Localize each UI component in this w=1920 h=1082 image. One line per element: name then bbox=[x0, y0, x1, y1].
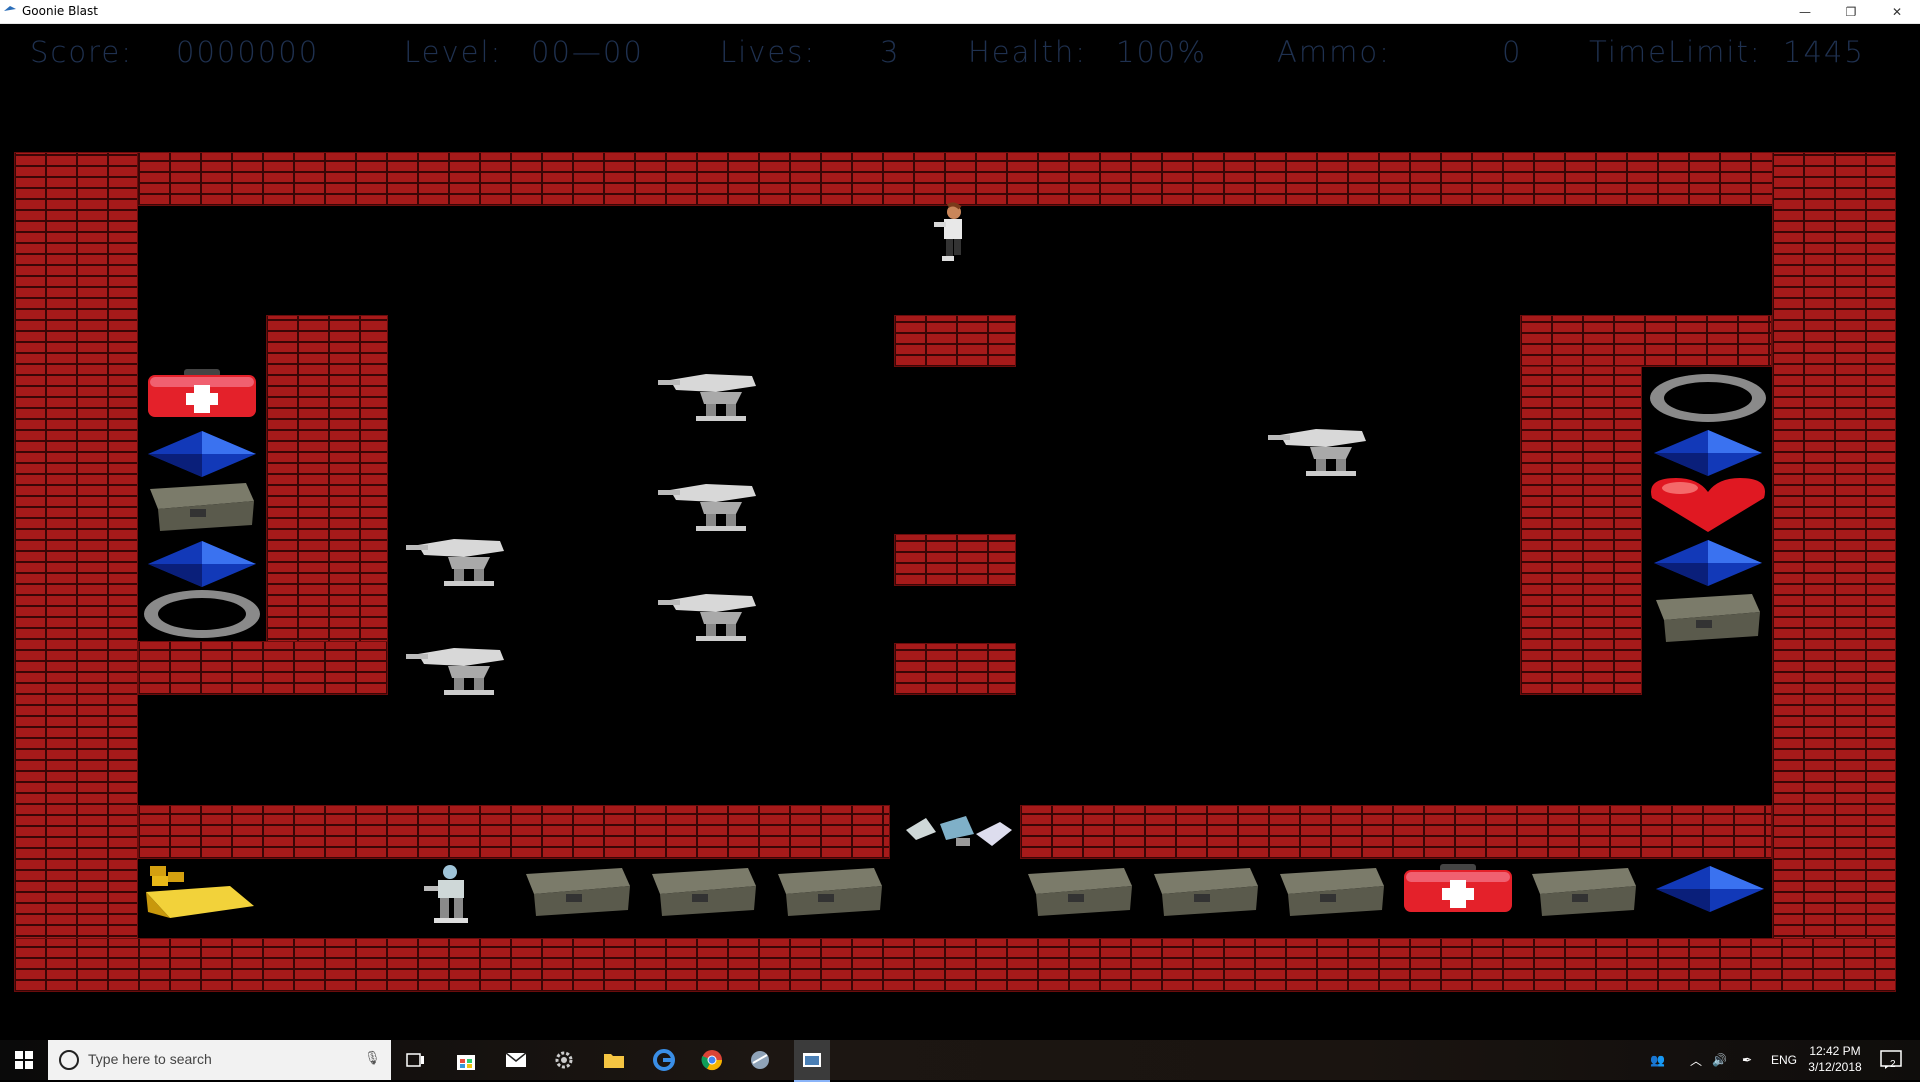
brick-pillar-right bbox=[1520, 315, 1642, 695]
task-view-icon[interactable] bbox=[402, 1046, 430, 1074]
player-icon bbox=[934, 202, 962, 261]
store-icon[interactable] bbox=[452, 1046, 480, 1074]
ammo-crate-icon bbox=[1656, 594, 1760, 642]
window-title: Goonie Blast bbox=[22, 4, 98, 18]
robot-enemy-icon bbox=[1268, 429, 1366, 476]
robot-enemy-icon bbox=[406, 648, 504, 695]
start-button[interactable] bbox=[0, 1040, 47, 1080]
pen-icon[interactable]: ✒ bbox=[1742, 1040, 1752, 1080]
clock-time: 12:42 PM bbox=[1809, 1044, 1861, 1058]
robot-enemy-icon bbox=[406, 539, 504, 586]
edge-browser-icon[interactable] bbox=[650, 1046, 678, 1074]
ammo-crate-icon bbox=[1280, 868, 1384, 916]
robot-enemy-icon bbox=[658, 484, 756, 531]
goonie-blast-taskbar-icon[interactable] bbox=[794, 1040, 830, 1082]
brick-block-center-2 bbox=[894, 534, 1016, 586]
microphone-icon[interactable]: 🎙 bbox=[364, 1050, 381, 1066]
black-hole-portal-icon bbox=[1650, 374, 1766, 422]
robot-enemy-icon bbox=[658, 374, 756, 421]
ammo-crate-icon bbox=[778, 868, 882, 916]
maximize-button[interactable]: ❐ bbox=[1828, 0, 1874, 23]
chevron-up-icon[interactable]: ︿ bbox=[1690, 1040, 1702, 1080]
file-explorer-icon[interactable] bbox=[600, 1046, 628, 1074]
volume-icon[interactable]: 🔊 bbox=[1712, 1040, 1727, 1080]
brick-wall-left bbox=[14, 152, 138, 992]
clock-date: 3/12/2018 bbox=[1808, 1060, 1862, 1074]
blue-gem-icon bbox=[1654, 430, 1762, 476]
settings-icon[interactable] bbox=[550, 1046, 578, 1074]
window-titlebar: Goonie Blast — ❐ ✕ bbox=[0, 0, 1920, 24]
notifications-icon[interactable]: 2 bbox=[1880, 1040, 1902, 1080]
game-app-icon[interactable] bbox=[746, 1046, 774, 1074]
close-button[interactable]: ✕ bbox=[1874, 0, 1920, 23]
brick-block-center-1 bbox=[894, 315, 1016, 367]
ammo-crate-icon bbox=[652, 868, 756, 916]
brick-block-center-3 bbox=[894, 643, 1016, 695]
game-field bbox=[0, 24, 1920, 1040]
people-icon[interactable]: 👥 bbox=[1650, 1040, 1665, 1080]
robot-enemy-icon bbox=[658, 594, 756, 641]
ammo-crate-icon bbox=[150, 483, 254, 531]
brick-floor-right bbox=[1020, 805, 1772, 859]
minimize-button[interactable]: — bbox=[1782, 0, 1828, 23]
blue-gem-icon bbox=[1656, 866, 1764, 912]
medkit-icon bbox=[1404, 864, 1512, 912]
taskbar-search-box[interactable]: Type here to search 🎙 bbox=[48, 1040, 391, 1080]
ammo-crate-icon bbox=[1154, 868, 1258, 916]
taskbar-clock[interactable]: 12:42 PM 3/12/2018 bbox=[1800, 1043, 1870, 1075]
language-indicator[interactable]: ENG bbox=[1771, 1040, 1797, 1080]
gold-treasure-icon bbox=[146, 866, 254, 918]
blue-gem-icon bbox=[1654, 540, 1762, 586]
brick-pillar-left bbox=[266, 315, 388, 695]
chrome-icon[interactable] bbox=[698, 1046, 726, 1074]
brick-wall-right bbox=[1772, 152, 1896, 992]
heart-icon bbox=[1651, 478, 1765, 532]
ammo-crate-icon bbox=[1028, 868, 1132, 916]
search-placeholder: Type here to search bbox=[88, 1051, 212, 1067]
broken-robot-icon bbox=[424, 865, 468, 923]
brick-ledge-right bbox=[1520, 315, 1772, 367]
cortana-icon bbox=[59, 1050, 79, 1070]
ammo-crate-icon bbox=[1532, 868, 1636, 916]
app-icon bbox=[4, 6, 16, 11]
medkit-icon bbox=[148, 369, 256, 417]
windows-taskbar: Type here to search 🎙 👥 ︿ 🔊 ✒ ENG 12:42 … bbox=[0, 1040, 1920, 1082]
ammo-crate-icon bbox=[526, 868, 630, 916]
brick-wall-top bbox=[14, 152, 1896, 206]
blue-gem-icon bbox=[148, 431, 256, 477]
windows-logo-icon bbox=[14, 1051, 33, 1069]
notification-count: 2 bbox=[1890, 1059, 1896, 1070]
broken-robot-icon bbox=[906, 816, 1012, 846]
brick-wall-bottom bbox=[14, 938, 1896, 992]
brick-floor-left bbox=[138, 805, 890, 859]
brick-ledge-left bbox=[138, 641, 388, 695]
mail-icon[interactable] bbox=[502, 1046, 530, 1074]
black-hole-portal-icon bbox=[144, 590, 260, 638]
blue-gem-icon bbox=[148, 541, 256, 587]
